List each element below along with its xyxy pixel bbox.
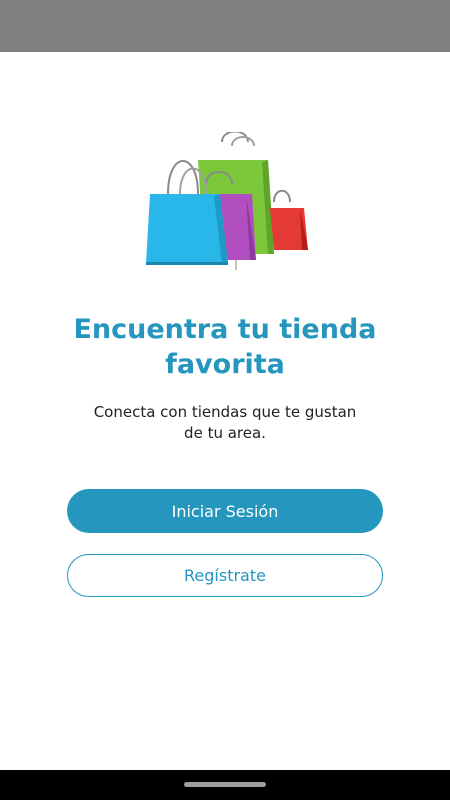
home-indicator[interactable] bbox=[184, 782, 266, 787]
title-line-1: Encuentra tu tienda bbox=[73, 314, 377, 345]
red-bag bbox=[270, 189, 308, 250]
register-button[interactable]: Regístrate bbox=[67, 554, 383, 597]
login-button[interactable]: Iniciar Sesión bbox=[67, 489, 383, 533]
subtitle-line-1: Conecta con tiendas que te gustan bbox=[93, 403, 357, 421]
subtitle-line-2: de tu area. bbox=[184, 424, 266, 442]
navigation-bar bbox=[0, 770, 450, 800]
title-line-2: favorita bbox=[165, 349, 285, 380]
page-subtitle: Conecta con tiendas que te gustan de tu … bbox=[60, 402, 390, 444]
page-title: Encuentra tu tienda favorita bbox=[0, 312, 450, 382]
status-bar bbox=[0, 0, 450, 52]
shopping-bags-icon bbox=[146, 132, 308, 270]
welcome-screen: Encuentra tu tienda favorita Conecta con… bbox=[0, 0, 450, 800]
